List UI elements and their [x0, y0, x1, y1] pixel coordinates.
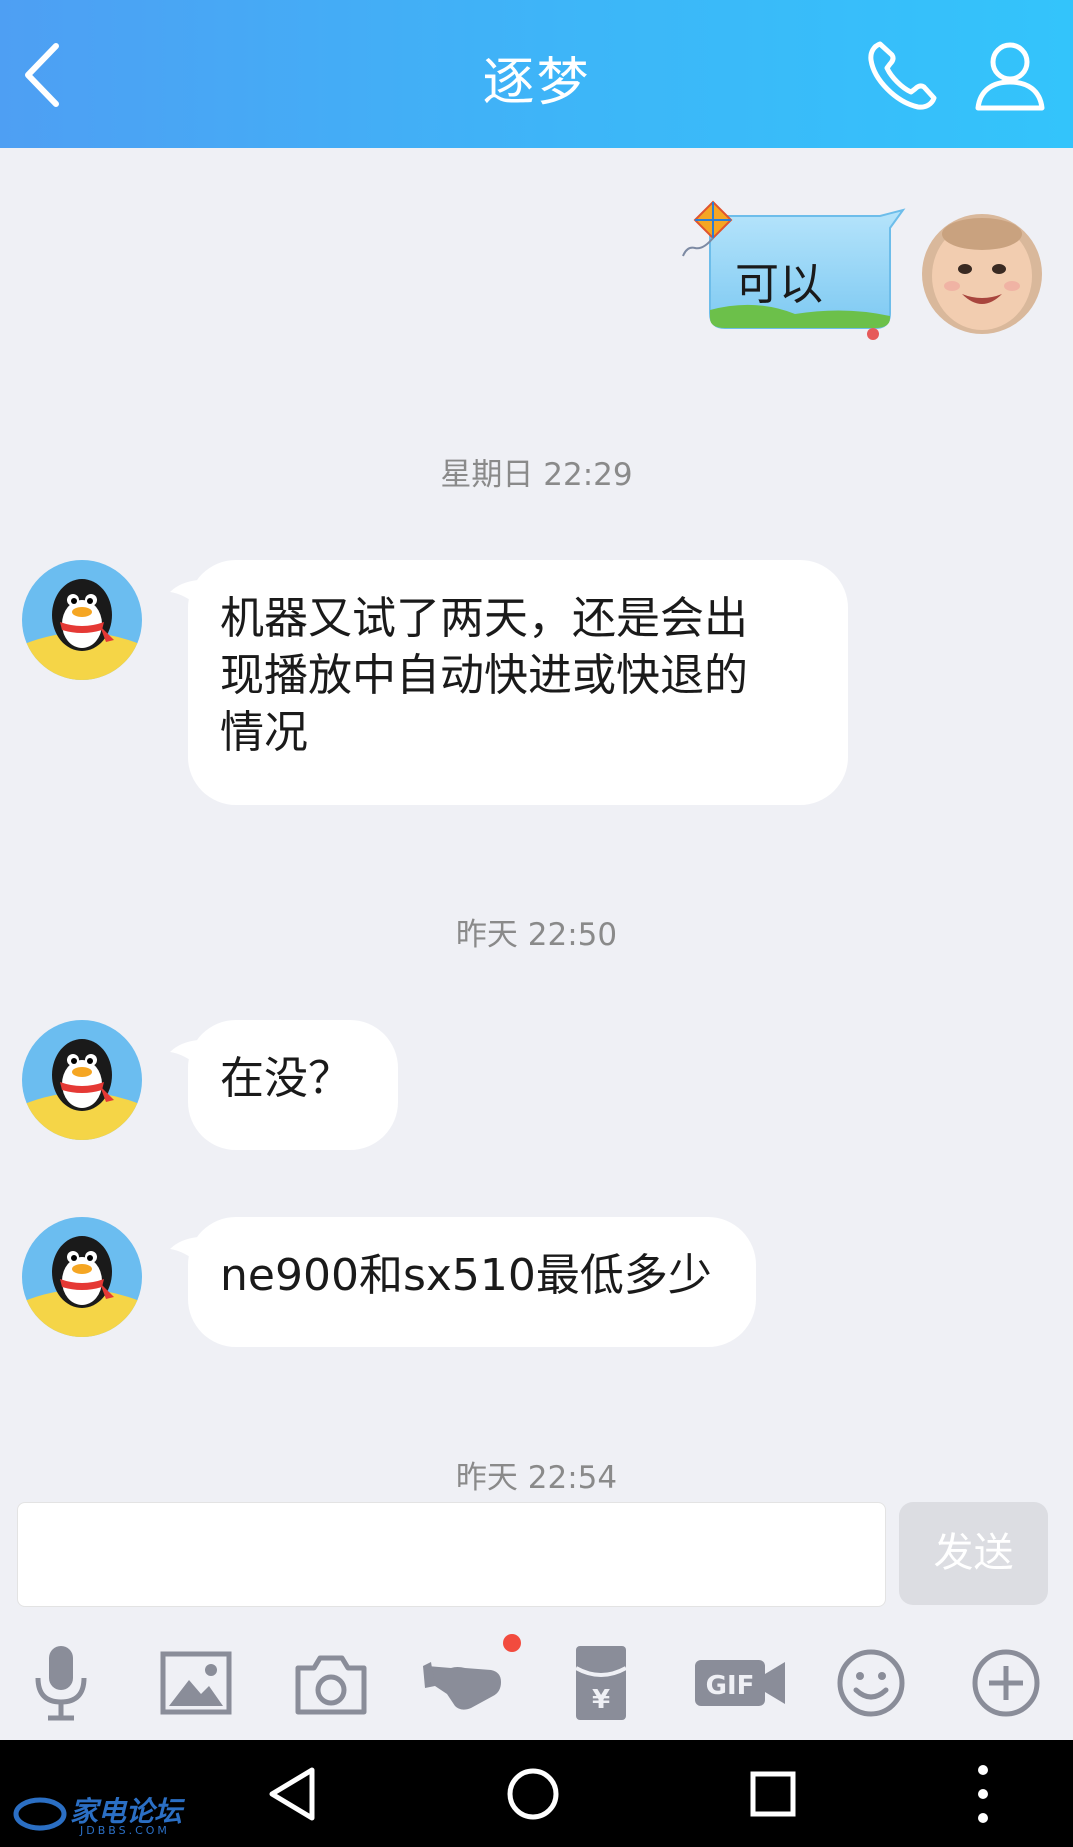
message-line: 现播放中自动快进或快退的 [220, 650, 748, 701]
red-packet-button[interactable]: ¥ [556, 1638, 646, 1728]
call-button[interactable] [858, 30, 948, 120]
poke-button[interactable] [421, 1634, 521, 1728]
square-recents-icon [750, 1771, 796, 1817]
nav-recents-button[interactable] [728, 1758, 818, 1830]
penguin-avatar [22, 560, 142, 680]
message-outgoing: 可以 [675, 198, 915, 348]
penguin-avatar [22, 1020, 142, 1140]
timestamp: 昨天 22:54 [455, 1460, 618, 1496]
svg-text:GIF: GIF [706, 1671, 755, 1701]
emoji-button[interactable] [826, 1638, 916, 1728]
timestamp: 昨天 22:50 [455, 917, 618, 953]
gif-video-icon: GIF [695, 1660, 785, 1706]
poke-hand-icon [423, 1662, 501, 1710]
baby-photo-avatar [922, 214, 1042, 334]
more-button[interactable] [961, 1638, 1051, 1728]
forum-watermark: 家电论坛 JDBBS.COM [10, 1790, 185, 1842]
message-list[interactable]: 可以 星期日 22:29 机器又试了两天，还是会出 现播放中自动快进或快退的 情… [0, 148, 1073, 1498]
vertical-dots-icon [978, 1765, 988, 1823]
message-text: 可以 [735, 259, 823, 310]
message-bubble[interactable]: 机器又试了两天，还是会出 现播放中自动快进或快退的 情况 [188, 560, 848, 805]
user-icon [975, 42, 1045, 111]
contact-avatar[interactable] [22, 1020, 142, 1140]
send-button[interactable]: 发送 [899, 1502, 1048, 1605]
image-icon [160, 1651, 232, 1715]
red-packet-icon: ¥ [575, 1646, 627, 1720]
contact-avatar[interactable] [22, 1217, 142, 1337]
message-text: ne900和sx510最低多少 [220, 1250, 712, 1301]
contact-avatar[interactable] [22, 560, 142, 680]
circle-home-icon [507, 1768, 559, 1820]
nav-back-button[interactable] [248, 1758, 338, 1830]
voice-button[interactable] [16, 1638, 106, 1728]
plus-circle-icon [972, 1649, 1040, 1717]
penguin-avatar [22, 1217, 142, 1337]
watermark-url: JDBBS.COM [80, 1824, 170, 1837]
image-button[interactable] [151, 1638, 241, 1728]
message-line: 情况 [220, 707, 308, 758]
camera-button[interactable] [286, 1638, 376, 1728]
nav-home-button[interactable] [488, 1758, 578, 1830]
message-line: 机器又试了两天，还是会出 [220, 593, 748, 644]
input-toolbar: ¥ GIF [0, 1620, 1073, 1740]
message-bubble[interactable]: ne900和sx510最低多少 [188, 1217, 756, 1347]
svg-text:¥: ¥ [592, 1685, 610, 1715]
profile-button[interactable] [965, 30, 1055, 120]
triangle-back-icon [269, 1767, 315, 1821]
gif-button[interactable]: GIF [691, 1638, 791, 1728]
message-text: 在没？ [220, 1053, 352, 1104]
camera-icon [295, 1655, 367, 1715]
emoji-icon [837, 1649, 905, 1717]
message-bubble[interactable]: 在没？ [188, 1020, 398, 1150]
nav-menu-button[interactable] [938, 1758, 1028, 1830]
phone-icon [868, 41, 937, 110]
timestamp: 星期日 22:29 [440, 457, 633, 493]
microphone-icon [35, 1646, 87, 1721]
my-avatar[interactable] [922, 214, 1042, 334]
message-input[interactable] [17, 1502, 886, 1607]
chat-header: 逐梦 [0, 0, 1073, 148]
notification-dot [503, 1634, 521, 1652]
